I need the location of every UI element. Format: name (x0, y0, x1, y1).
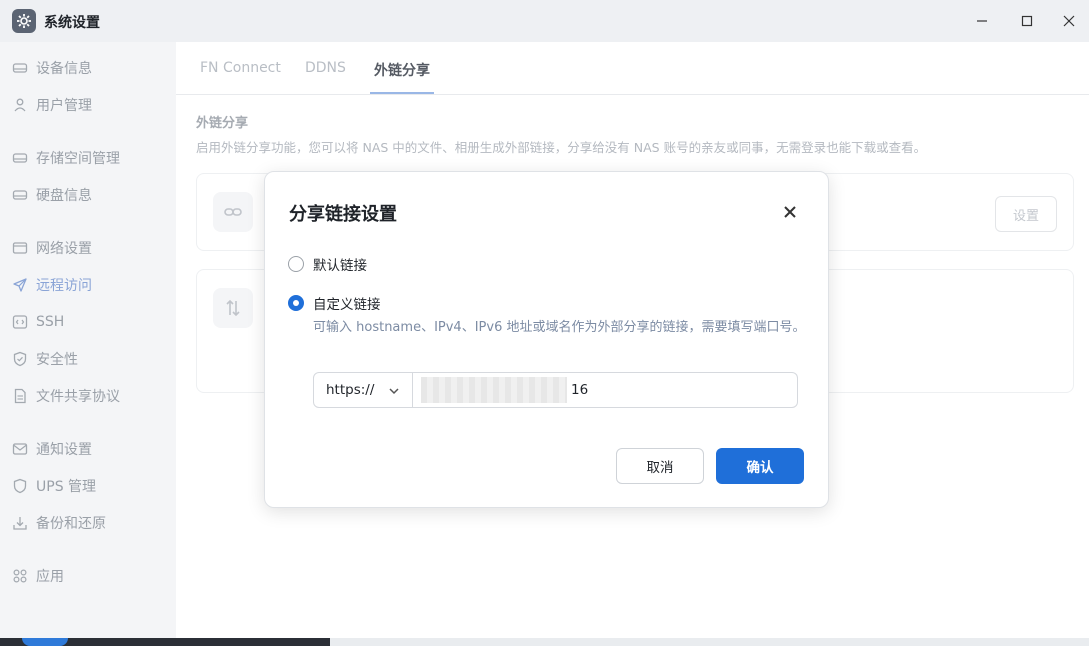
sidebar-item-label: 通知设置 (36, 442, 92, 458)
sidebar-item-security[interactable]: 安全性 (0, 344, 176, 374)
shield-outline-icon (12, 478, 28, 494)
mail-icon (12, 441, 28, 457)
host-visible-suffix: 16 (571, 382, 589, 398)
protocol-select[interactable]: https:// (313, 372, 413, 408)
sidebar-item-network[interactable]: 网络设置 (0, 233, 176, 263)
shield-icon (12, 351, 28, 367)
file-icon (12, 388, 28, 404)
storage-icon (12, 150, 28, 166)
sidebar-item-label: 网络设置 (36, 241, 92, 257)
sidebar-item-notifications[interactable]: 通知设置 (0, 434, 176, 464)
custom-link-hint: 可输入 hostname、IPv4、IPv6 地址或域名作为外部分享的链接，需要… (313, 320, 806, 335)
disk-icon (12, 187, 28, 203)
default-link-radio[interactable] (288, 256, 304, 272)
apps-icon (12, 568, 28, 584)
section-description: 启用外链分享功能，您可以将 NAS 中的文件、相册生成外部链接，分享给没有 NA… (196, 140, 927, 155)
sidebar-item-storage[interactable]: 存储空间管理 (0, 143, 176, 173)
sidebar-item-label: 硬盘信息 (36, 188, 92, 204)
share-link-settings-dialog: 分享链接设置 默认链接 自定义链接 可输入 hostname、IPv4、IPv6… (264, 171, 829, 508)
sidebar-item-label: 设备信息 (36, 61, 92, 77)
host-input[interactable]: 16 (413, 372, 798, 408)
default-link-option[interactable]: 默认链接 (288, 254, 367, 274)
custom-link-label: 自定义链接 (313, 297, 381, 313)
dialog-title: 分享链接设置 (289, 204, 397, 225)
sidebar-item-label: 用户管理 (36, 98, 92, 114)
minimize-icon[interactable] (970, 9, 994, 33)
drive-icon (12, 60, 28, 76)
sidebar-item-label: UPS 管理 (36, 479, 97, 495)
sidebar-item-label: 文件共享协议 (36, 389, 120, 405)
sidebar: 设备信息 用户管理 存储空间管理 硬盘信息 网络设置 远程访问 SSH 安全性 … (0, 42, 176, 638)
settings-button[interactable]: 设置 (995, 196, 1057, 232)
close-icon[interactable] (1057, 9, 1081, 33)
download-icon (12, 515, 28, 531)
redacted-host-text (421, 377, 567, 403)
confirm-button[interactable]: 确认 (716, 448, 804, 484)
sidebar-item-ups[interactable]: UPS 管理 (0, 471, 176, 501)
section-title: 外链分享 (196, 116, 249, 131)
sidebar-item-device-info[interactable]: 设备信息 (0, 53, 176, 83)
sidebar-item-ssh[interactable]: SSH (0, 307, 176, 337)
sidebar-item-file-sharing[interactable]: 文件共享协议 (0, 381, 176, 411)
sidebar-item-label: 备份和还原 (36, 516, 106, 532)
tab-bar: FN Connect DDNS 外链分享 (176, 42, 1089, 95)
network-icon (12, 240, 28, 256)
sidebar-item-label: 远程访问 (36, 278, 92, 294)
maximize-icon[interactable] (1015, 9, 1039, 33)
cancel-button[interactable]: 取消 (616, 448, 704, 484)
code-icon (12, 314, 28, 330)
sidebar-item-label: SSH (36, 314, 65, 330)
sidebar-item-apps[interactable]: 应用 (0, 561, 176, 591)
user-icon (12, 97, 28, 113)
close-icon[interactable] (780, 202, 800, 222)
sidebar-item-label: 应用 (36, 569, 64, 585)
transfer-icon (213, 288, 253, 328)
custom-link-option[interactable]: 自定义链接 (288, 293, 381, 313)
sidebar-item-disk-info[interactable]: 硬盘信息 (0, 180, 176, 210)
tab-fn-connect[interactable]: FN Connect (200, 60, 281, 76)
chevron-down-icon (386, 383, 402, 399)
window-title: 系统设置 (44, 15, 100, 31)
send-icon (12, 277, 28, 293)
sidebar-item-users[interactable]: 用户管理 (0, 90, 176, 120)
sidebar-item-label: 存储空间管理 (36, 151, 120, 167)
title-bar: 系统设置 (0, 0, 1089, 42)
active-tab-indicator (370, 92, 434, 94)
protocol-value: https:// (326, 382, 375, 398)
sidebar-item-backup[interactable]: 备份和还原 (0, 508, 176, 538)
sidebar-item-label: 安全性 (36, 352, 78, 368)
sidebar-item-remote-access[interactable]: 远程访问 (0, 270, 176, 300)
link-icon (213, 192, 253, 232)
default-link-label: 默认链接 (313, 258, 367, 274)
taskbar (0, 638, 1089, 646)
gear-icon (12, 9, 36, 33)
custom-link-radio[interactable] (288, 295, 304, 311)
tab-external-share[interactable]: 外链分享 (374, 60, 430, 80)
tab-ddns[interactable]: DDNS (305, 60, 346, 76)
taskbar-active-app[interactable] (22, 638, 68, 646)
